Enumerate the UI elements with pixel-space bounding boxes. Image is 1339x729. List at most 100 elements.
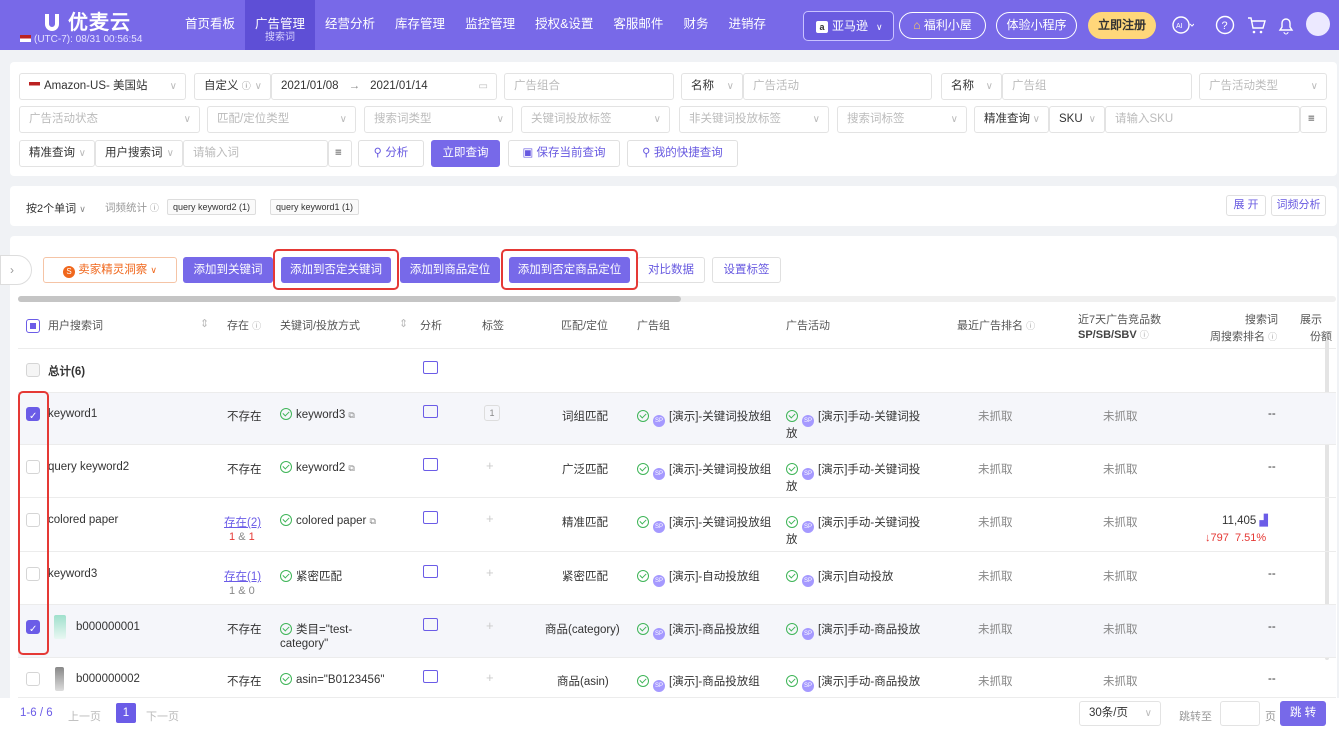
external-link-icon[interactable]: ⧉: [348, 410, 354, 420]
select-all-checkbox[interactable]: [26, 319, 40, 333]
col-exists[interactable]: 存在 ⓘ: [227, 317, 261, 333]
add-product-target-button[interactable]: 添加到商品定位: [400, 257, 500, 283]
marketplace-select[interactable]: a 亚马逊 ∨: [803, 11, 894, 41]
help-icon[interactable]: ?: [1214, 14, 1236, 36]
keyword-cell[interactable]: 类目="test-: [280, 621, 352, 637]
quick-query-button[interactable]: ⚲ 我的快捷查询: [627, 140, 738, 167]
adgroup-cell[interactable]: SP [演示]-商品投放组: [637, 621, 760, 640]
adgroup-cell[interactable]: SP [演示]-商品投放组: [637, 673, 760, 692]
nav-inventory[interactable]: 库存管理: [385, 0, 455, 50]
word-tag[interactable]: query keyword1 (1): [270, 199, 360, 215]
add-tag-icon[interactable]: +: [486, 670, 494, 685]
campaign-cell[interactable]: SP [演示]自动投放: [786, 568, 893, 587]
add-tag-icon[interactable]: +: [486, 618, 494, 633]
col-competitors[interactable]: 近7天广告竞品数: [1078, 311, 1161, 327]
keyword-cell[interactable]: keyword3 ⧉: [280, 408, 355, 421]
campaign-cell[interactable]: SP [演示]手动-关键词投: [786, 408, 920, 427]
exists-link[interactable]: 存在(1): [224, 568, 261, 584]
term-tag-select[interactable]: 搜索词标签 ∨: [837, 106, 967, 133]
keyword-tag-select[interactable]: 关键词投放标签 ∨: [521, 106, 670, 133]
date-end[interactable]: 2021/01/14: [370, 80, 428, 92]
nav-purchase[interactable]: 进销存: [718, 0, 776, 50]
date-mode-select[interactable]: 自定义 ⓘ ∨: [194, 73, 271, 100]
adgroup-name-select[interactable]: 名称 ∨: [941, 73, 1002, 100]
campaign-name-select[interactable]: 名称 ∨: [681, 73, 743, 100]
campaign-cell[interactable]: SP [演示]手动-关键词投: [786, 461, 920, 480]
add-keyword-button[interactable]: 添加到关键词: [183, 257, 273, 283]
adgroup-cell[interactable]: SP [演示]-关键词投放组: [637, 514, 771, 533]
nav-auth[interactable]: 授权&设置: [525, 0, 603, 50]
campaign-status-select[interactable]: 广告活动状态 ∨: [19, 106, 200, 133]
register-button[interactable]: 立即注册: [1088, 12, 1156, 39]
prev-page-button[interactable]: 上一页: [68, 708, 101, 724]
nav-mail[interactable]: 客服邮件: [603, 0, 673, 50]
non-keyword-tag-select[interactable]: 非关键词投放标签 ∨: [679, 106, 829, 133]
set-tag-button[interactable]: 设置标签: [712, 257, 781, 283]
keyword-cell[interactable]: colored paper ⧉: [280, 514, 376, 527]
exists-link[interactable]: 存在(2): [224, 514, 261, 530]
horizontal-scrollbar[interactable]: [18, 296, 1336, 302]
exact-query-select-2[interactable]: 精准查询 ∨: [19, 140, 95, 167]
page-1-button[interactable]: 1: [116, 703, 136, 723]
date-range-picker[interactable]: 2021/01/08 → 2021/01/14 ▭: [271, 73, 497, 100]
add-tag-icon[interactable]: +: [486, 565, 494, 580]
match-type-select[interactable]: 匹配/定位类型 ∨: [207, 106, 356, 133]
campaign-cell[interactable]: SP [演示]手动-关键词投: [786, 514, 920, 533]
row-checkbox[interactable]: [26, 672, 40, 686]
trend-chart-icon[interactable]: [423, 565, 438, 578]
page-size-select[interactable]: 30条/页 ∨: [1079, 701, 1161, 726]
goto-page-input[interactable]: [1220, 701, 1260, 726]
adgroup-cell[interactable]: SP [演示]-自动投放组: [637, 568, 760, 587]
user-term-select[interactable]: 用户搜索词 ∨: [95, 140, 183, 167]
exact-query-select[interactable]: 精准查询 ∨: [974, 106, 1049, 133]
brand-logo[interactable]: 优麦云: [42, 6, 131, 35]
tag-count-badge[interactable]: 1: [484, 405, 500, 421]
bell-icon[interactable]: [1275, 14, 1297, 36]
trend-chart-icon[interactable]: [423, 405, 438, 418]
sku-select[interactable]: SKU ∨: [1049, 106, 1105, 133]
trend-chart-icon[interactable]: [423, 511, 438, 524]
sku-input[interactable]: 请输入SKU: [1105, 106, 1300, 133]
adgroup-cell[interactable]: SP [演示]-关键词投放组: [637, 461, 771, 480]
nav-finance[interactable]: 财务: [673, 0, 718, 50]
store-select[interactable]: Amazon-US- 美国站 ∨: [19, 73, 186, 100]
word-tag[interactable]: query keyword2 (1): [167, 199, 257, 215]
term-type-select[interactable]: 搜索词类型 ∨: [364, 106, 513, 133]
col-keyword[interactable]: 关键词/投放方式: [280, 317, 360, 333]
trend-up-icon[interactable]: ▟: [1260, 515, 1268, 527]
campaign-cell[interactable]: SP [演示]手动-商品投放: [786, 621, 920, 640]
add-tag-icon[interactable]: +: [486, 511, 494, 526]
seller-insight-button[interactable]: S 卖家精灵洞察 ∨: [43, 257, 177, 283]
external-link-icon[interactable]: ⧉: [370, 516, 376, 526]
query-button[interactable]: 立即查询: [431, 140, 500, 167]
list-icon[interactable]: ≡: [328, 140, 352, 167]
nav-dashboard[interactable]: 首页看板: [175, 0, 245, 50]
sort-icon[interactable]: ⇕: [399, 317, 408, 330]
ai-icon[interactable]: AI: [1172, 14, 1194, 36]
next-page-button[interactable]: 下一页: [146, 708, 179, 724]
campaign-type-select[interactable]: 广告活动类型 ∨: [1199, 73, 1327, 100]
trend-chart-icon[interactable]: [423, 458, 438, 471]
scrollbar-thumb[interactable]: [18, 296, 681, 302]
campaign-cell[interactable]: SP [演示]手动-商品投放: [786, 673, 920, 692]
sort-icon[interactable]: ⇕: [200, 317, 209, 330]
date-start[interactable]: 2021/01/08: [281, 80, 339, 92]
term-input[interactable]: 请输入词: [183, 140, 328, 167]
external-link-icon[interactable]: ⧉: [348, 463, 354, 473]
row-checkbox[interactable]: [26, 363, 40, 377]
adgroup-input[interactable]: 广告组: [1002, 73, 1192, 100]
compare-data-button[interactable]: 对比数据: [637, 257, 705, 283]
col-weekly-rank[interactable]: 搜索词: [1245, 311, 1278, 327]
adgroup-cell[interactable]: SP [演示]-关键词投放组: [637, 408, 771, 427]
list-icon[interactable]: ≡: [1300, 106, 1327, 133]
portfolio-select[interactable]: 广告组合: [504, 73, 674, 100]
analyze-button[interactable]: ⚲ 分析: [358, 140, 424, 167]
welfare-button[interactable]: ⌂ 福利小屋: [899, 12, 986, 39]
trend-chart-icon[interactable]: [423, 618, 438, 631]
add-tag-icon[interactable]: +: [486, 458, 494, 473]
product-thumbnail[interactable]: [55, 667, 64, 691]
avatar[interactable]: [1306, 12, 1330, 36]
col-term[interactable]: 用户搜索词: [48, 317, 103, 333]
mini-program-button[interactable]: 体验小程序: [996, 12, 1077, 39]
word-split-select[interactable]: 按2个单词 ∨: [26, 200, 86, 216]
